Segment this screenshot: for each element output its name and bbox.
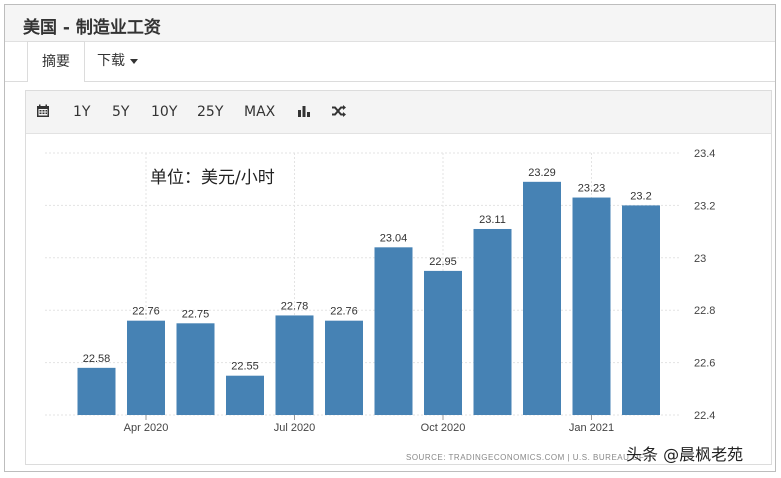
bar: [572, 197, 611, 415]
data-label: 22.95: [429, 256, 457, 268]
y-tick-label: 23.4: [694, 148, 715, 160]
data-label: 22.78: [281, 300, 309, 312]
data-label: 23.2: [630, 190, 651, 202]
data-label: 23.04: [380, 232, 408, 244]
bar: [325, 320, 363, 415]
x-tick-label: Oct 2020: [421, 422, 466, 434]
data-label: 22.75: [182, 308, 210, 320]
data-label: 23.29: [528, 167, 556, 179]
y-tick-label: 22.4: [694, 410, 715, 422]
chart-bars: [77, 181, 660, 415]
y-tick-label: 23.2: [694, 200, 715, 212]
data-label: 23.11: [479, 214, 506, 226]
x-tick-label: Apr 2020: [124, 422, 169, 434]
watermark: 头条 @晨枫老苑: [626, 445, 743, 464]
bar: [176, 323, 215, 415]
bar: [275, 315, 314, 415]
chart-source: SOURCE: TRADINGECONOMICS.COM | U.S. BURE…: [406, 453, 644, 462]
data-label: 22.58: [83, 353, 111, 365]
bar: [473, 228, 512, 415]
y-tick-label: 23: [694, 253, 706, 265]
bar: [374, 247, 413, 415]
bar: [622, 205, 660, 415]
bar: [77, 367, 116, 415]
chart-data-labels: 22.58 22.76 22.75 22.55 22.78 22.76 23.04 22.95…: [83, 167, 652, 373]
data-label: 22.55: [231, 361, 259, 373]
y-tick-label: 22.6: [694, 358, 715, 370]
data-label: 22.76: [132, 306, 160, 318]
bar: [226, 375, 264, 415]
unit-annotation: 单位：美元/小时: [150, 168, 275, 188]
x-tick-label: Jan 2021: [569, 422, 614, 434]
y-axis-ticks: 22.4 22.6 22.8 23 23.2 23.4: [694, 148, 715, 422]
data-label: 22.76: [330, 306, 358, 318]
bar: [424, 270, 462, 415]
bar: [523, 181, 561, 415]
x-axis-ticks: Apr 2020 Jul 2020 Oct 2020 Jan 2021: [124, 415, 614, 434]
bar-chart: 22.58 22.76 22.75 22.55 22.78 22.76 23.04 22.95…: [45, 148, 743, 464]
x-tick-label: Jul 2020: [274, 422, 316, 434]
data-label: 23.23: [578, 183, 606, 195]
bar: [127, 320, 165, 415]
y-tick-label: 22.8: [694, 305, 715, 317]
